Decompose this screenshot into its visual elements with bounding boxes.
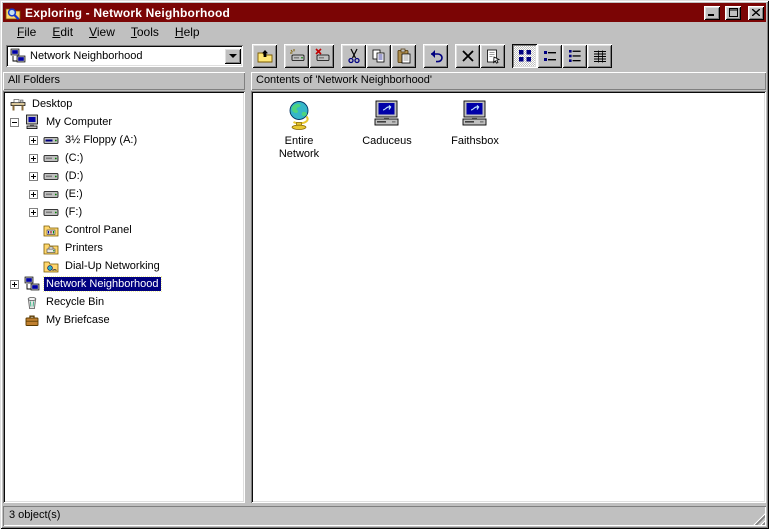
window-title: Exploring - Network Neighborhood [25,6,700,20]
expand-box[interactable] [29,136,38,145]
contents-item-entire-network[interactable]: Entire Network [259,99,339,161]
tree-item-my-briefcase[interactable]: My Briefcase [6,311,242,329]
close-icon [752,9,760,16]
expand-box[interactable] [29,172,38,181]
tree-item-network-neighborhood[interactable]: Network Neighborhood [6,275,242,293]
menu-help[interactable]: Help [167,23,208,41]
close-button[interactable] [748,6,764,20]
network-neighborhood-icon [24,276,40,292]
address-combobox-value: Network Neighborhood [30,50,220,62]
contents-pane: Entire Network Caduceus Faithsbox [251,91,766,503]
floppy-drive-icon [43,132,59,148]
toolbar: Network Neighborhood [3,41,766,71]
delete-icon [460,48,476,64]
expand-box[interactable] [29,190,38,199]
paste-button[interactable] [391,44,416,68]
maximize-button[interactable] [725,6,741,20]
tree-item-drive-c[interactable]: (C:) [6,149,242,167]
details-view-button[interactable] [587,44,612,68]
tree-item-drive-d[interactable]: (D:) [6,167,242,185]
tree-item-floppy-a[interactable]: 3½ Floppy (A:) [6,131,242,149]
minimize-icon [708,9,716,16]
entire-network-globe-icon [283,99,315,131]
collapse-box[interactable] [10,118,19,127]
tree-item-my-computer[interactable]: My Computer [6,113,242,131]
cut-icon [346,48,362,64]
dialup-networking-folder-icon [43,258,59,274]
small-icons-view-button[interactable] [537,44,562,68]
details-view-icon [592,48,608,64]
folder-tree-pane: Desktop My Computer 3½ Floppy (A:) (C:) [3,91,245,503]
list-view-button[interactable] [562,44,587,68]
disconnect-network-drive-button[interactable] [309,44,334,68]
map-network-drive-button[interactable] [284,44,309,68]
contents-item-caduceus[interactable]: Caduceus [347,99,427,148]
titlebar[interactable]: Exploring - Network Neighborhood [3,3,766,22]
hard-drive-icon [43,186,59,202]
menu-bar: File Edit View Tools Help [3,22,766,41]
list-view-icon [567,48,583,64]
all-folders-header: All Folders [3,72,245,90]
minimize-button[interactable] [704,6,720,20]
object-count: 3 object(s) [9,509,60,521]
up-one-level-button[interactable] [252,44,277,68]
combobox-dropdown-button[interactable] [224,48,241,64]
recycle-bin-icon [24,294,40,310]
map-network-drive-icon [289,48,305,64]
expand-box[interactable] [29,208,38,217]
tree-item-drive-e[interactable]: (E:) [6,185,242,203]
expand-box[interactable] [10,280,19,289]
tree-item-recycle-bin[interactable]: Recycle Bin [6,293,242,311]
properties-icon [485,48,501,64]
hard-drive-icon [43,168,59,184]
undo-icon [428,48,444,64]
resize-grip[interactable] [752,512,765,525]
network-computer-icon [371,99,403,131]
menu-edit[interactable]: Edit [44,23,81,41]
control-panel-folder-icon [43,222,59,238]
menu-tools[interactable]: Tools [123,23,167,41]
large-icons-view-icon [517,48,533,64]
expand-box[interactable] [29,154,38,163]
briefcase-icon [24,312,40,328]
contents-header: Contents of 'Network Neighborhood' [251,72,766,90]
properties-button[interactable] [480,44,505,68]
large-icons-view-button[interactable] [512,44,537,68]
tree-item-drive-f[interactable]: (F:) [6,203,242,221]
status-bar: 3 object(s) [3,506,766,526]
undo-button[interactable] [423,44,448,68]
tree-item-desktop[interactable]: Desktop [6,95,242,113]
paste-icon [396,48,412,64]
tree-item-control-panel[interactable]: Control Panel [6,221,242,239]
delete-button[interactable] [455,44,480,68]
hard-drive-icon [43,204,59,220]
copy-icon [371,48,387,64]
selected-tree-label: Network Neighborhood [44,277,161,291]
up-one-level-icon [257,48,273,64]
tree-item-dialup-networking[interactable]: Dial-Up Networking [6,257,242,275]
cut-button[interactable] [341,44,366,68]
desktop-icon [10,96,26,112]
address-combobox[interactable]: Network Neighborhood [6,45,243,67]
network-neighborhood-icon [10,48,26,64]
disconnect-network-drive-icon [314,48,330,64]
explorer-folder-magnifier-icon[interactable] [5,5,21,21]
my-computer-icon [24,114,40,130]
menu-file[interactable]: File [9,23,44,41]
network-computer-icon [459,99,491,131]
tree-item-printers[interactable]: Printers [6,239,242,257]
explorer-window: Exploring - Network Neighborhood File Ed… [0,0,769,529]
printers-folder-icon [43,240,59,256]
copy-button[interactable] [366,44,391,68]
small-icons-view-icon [542,48,558,64]
hard-drive-icon [43,150,59,166]
contents-item-faithsbox[interactable]: Faithsbox [435,99,515,148]
maximize-icon [729,8,738,17]
menu-view[interactable]: View [81,23,123,41]
main-area: All Folders Desktop My Computer 3½ Flopp… [3,72,766,503]
